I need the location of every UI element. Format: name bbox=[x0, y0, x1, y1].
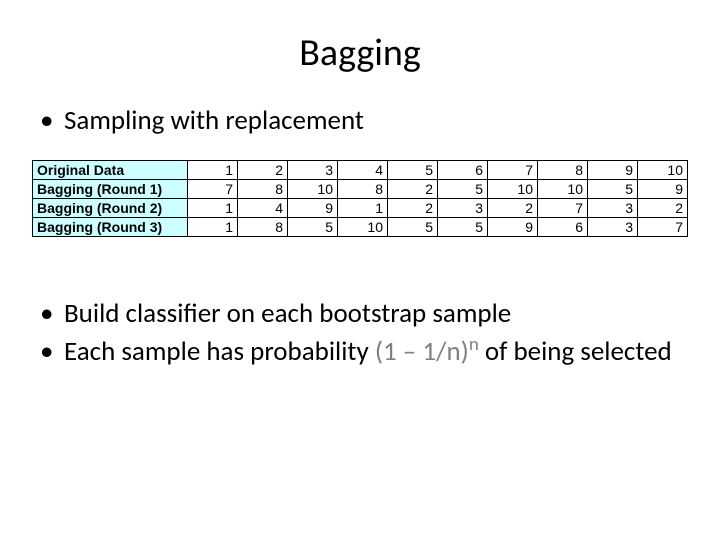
table-row: Original Data 1 2 3 4 5 6 7 8 9 10 bbox=[33, 160, 688, 179]
cell: 5 bbox=[438, 179, 488, 198]
cell: 5 bbox=[388, 160, 438, 179]
cell: 9 bbox=[288, 198, 338, 217]
slide: Bagging Sampling with replacement Origin… bbox=[0, 0, 720, 540]
cell: 1 bbox=[338, 198, 388, 217]
cell: 3 bbox=[288, 160, 338, 179]
cell: 2 bbox=[488, 198, 538, 217]
cell: 5 bbox=[438, 217, 488, 236]
bullet-list-bottom: Build classifier on each bootstrap sampl… bbox=[40, 297, 688, 369]
cell: 8 bbox=[238, 179, 288, 198]
cell: 7 bbox=[538, 198, 588, 217]
bullet-sampling: Sampling with replacement bbox=[40, 104, 688, 138]
bagging-table: Original Data 1 2 3 4 5 6 7 8 9 10 Baggi… bbox=[32, 160, 688, 237]
row-label: Bagging (Round 3) bbox=[33, 217, 188, 236]
cell: 5 bbox=[588, 179, 638, 198]
cell: 10 bbox=[288, 179, 338, 198]
bullet-list-top: Sampling with replacement bbox=[40, 104, 688, 138]
cell: 7 bbox=[488, 160, 538, 179]
row-label: Bagging (Round 1) bbox=[33, 179, 188, 198]
cell: 6 bbox=[438, 160, 488, 179]
cell: 8 bbox=[238, 217, 288, 236]
cell: 6 bbox=[538, 217, 588, 236]
probability-formula: (1 – 1/n)n bbox=[375, 335, 485, 368]
table-row: Bagging (Round 2) 1 4 9 1 2 3 2 7 3 2 bbox=[33, 198, 688, 217]
cell: 10 bbox=[638, 160, 688, 179]
cell: 9 bbox=[488, 217, 538, 236]
row-label: Bagging (Round 2) bbox=[33, 198, 188, 217]
bullet-build-classifier: Build classifier on each bootstrap sampl… bbox=[40, 297, 688, 331]
cell: 3 bbox=[588, 198, 638, 217]
cell: 10 bbox=[538, 179, 588, 198]
cell: 2 bbox=[388, 198, 438, 217]
cell: 1 bbox=[188, 198, 238, 217]
cell: 4 bbox=[238, 198, 288, 217]
bullet-text-pre: Each sample has probability bbox=[64, 335, 375, 368]
table-row: Bagging (Round 1) 7 8 10 8 2 5 10 10 5 9 bbox=[33, 179, 688, 198]
cell: 9 bbox=[638, 179, 688, 198]
cell: 1 bbox=[188, 160, 238, 179]
cell: 9 bbox=[588, 160, 638, 179]
cell: 10 bbox=[338, 217, 388, 236]
bagging-table-body: Original Data 1 2 3 4 5 6 7 8 9 10 Baggi… bbox=[33, 160, 688, 236]
cell: 10 bbox=[488, 179, 538, 198]
cell: 2 bbox=[638, 198, 688, 217]
bullet-text-post: of being selected bbox=[485, 335, 672, 368]
table-row: Bagging (Round 3) 1 8 5 10 5 5 9 6 3 7 bbox=[33, 217, 688, 236]
cell: 2 bbox=[388, 179, 438, 198]
cell: 4 bbox=[338, 160, 388, 179]
row-label: Original Data bbox=[33, 160, 188, 179]
bullet-probability: Each sample has probability (1 – 1/n)n o… bbox=[40, 335, 688, 369]
cell: 7 bbox=[188, 179, 238, 198]
formula-base: (1 – 1/n) bbox=[375, 335, 469, 368]
formula-exponent: n bbox=[469, 333, 479, 356]
cell: 1 bbox=[188, 217, 238, 236]
cell: 8 bbox=[338, 179, 388, 198]
cell: 2 bbox=[238, 160, 288, 179]
cell: 3 bbox=[588, 217, 638, 236]
cell: 3 bbox=[438, 198, 488, 217]
cell: 7 bbox=[638, 217, 688, 236]
bagging-table-wrap: Original Data 1 2 3 4 5 6 7 8 9 10 Baggi… bbox=[32, 160, 688, 237]
cell: 5 bbox=[388, 217, 438, 236]
cell: 8 bbox=[538, 160, 588, 179]
slide-title: Bagging bbox=[32, 30, 688, 76]
cell: 5 bbox=[288, 217, 338, 236]
